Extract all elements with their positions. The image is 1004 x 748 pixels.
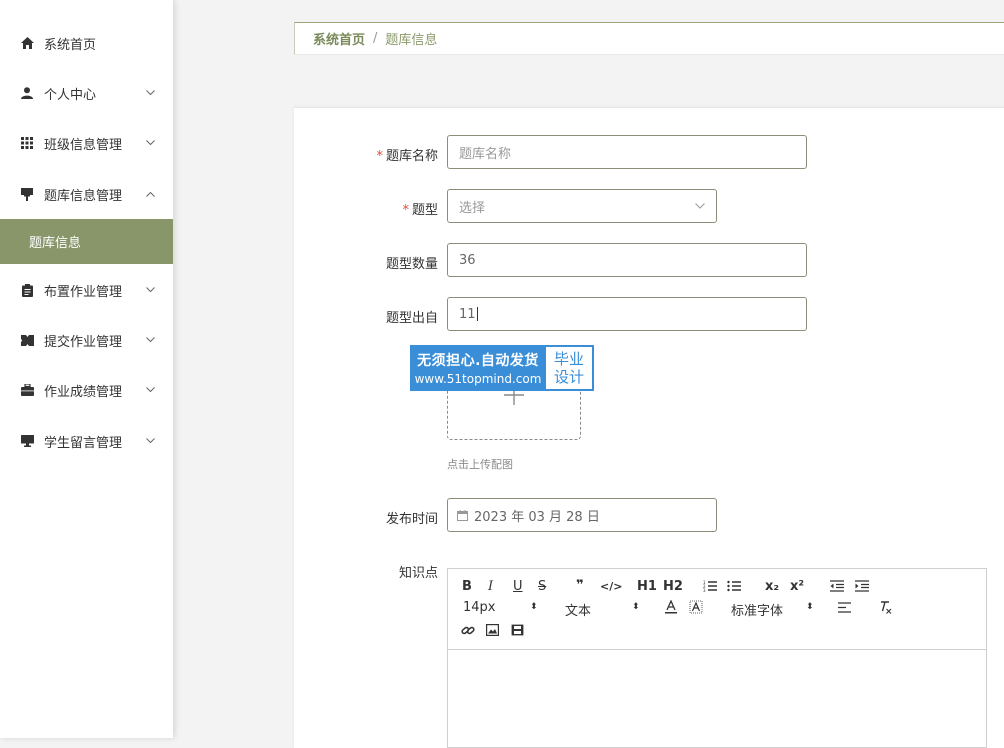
question-bank-name-label: * 题库名称 [288, 145, 438, 164]
question-count-label: 题型数量 [385, 257, 438, 272]
knowledge-point-label: 知识点 [398, 566, 438, 581]
ticket-icon [20, 333, 34, 347]
sidebar-item-submit-homework[interactable]: 提交作业管理 [0, 315, 173, 365]
header2-button[interactable]: H2 [663, 579, 683, 594]
chevron-down-icon [145, 385, 155, 395]
font-size-arrows-icon: ⬍ [530, 602, 538, 612]
user-icon [20, 86, 34, 100]
question-source-input[interactable]: 11 [447, 297, 807, 331]
question-count-value: 36 [459, 252, 476, 268]
image-icon[interactable] [486, 624, 499, 636]
question-count-input[interactable]: 36 [447, 243, 807, 277]
font-family-arrows-icon: ⬍ [806, 602, 814, 612]
watermark-line2: www.51topmind.com [414, 372, 542, 386]
sidebar: 系统首页 个人中心 班级信息管理 题库信息管理 题库信息 布置作业管理 提交作业… [0, 0, 173, 738]
bold-button[interactable]: B [462, 579, 472, 594]
sidebar-subitem-question-bank-info[interactable]: 题库信息 [0, 219, 173, 264]
briefcase-icon [20, 383, 34, 397]
italic-button[interactable]: I [488, 579, 493, 594]
question-source-value: 11 [459, 306, 476, 322]
editor-toolbar: B I U S ❞ </> H1 H2 123 x₂ x² 14px ⬍ 文本 … [448, 569, 986, 650]
calendar-icon [457, 509, 468, 521]
sidebar-item-class-info[interactable]: 班级信息管理 [0, 118, 173, 168]
watermark-right2: 设计 [553, 368, 584, 386]
question-type-label-text: 题型 [411, 203, 438, 218]
breadcrumb: 系统首页 / 题库信息 [294, 22, 1004, 55]
publish-time-label: 发布时间 [385, 512, 438, 527]
required-mark: * [402, 203, 409, 218]
question-source-label: 题型出自 [385, 311, 438, 326]
sidebar-subitem-label: 题库信息 [29, 236, 82, 251]
question-bank-name-placeholder: 题库名称 [459, 146, 512, 162]
strike-button[interactable]: S [538, 579, 546, 594]
sidebar-item-personal-center[interactable]: 个人中心 [0, 68, 173, 118]
code-block-button[interactable]: </> [600, 580, 622, 593]
chevron-down-icon [145, 285, 155, 295]
chevron-down-icon [145, 88, 155, 98]
board-icon [20, 187, 34, 201]
sidebar-item-student-messages[interactable]: 学生留言管理 [0, 416, 173, 466]
chevron-down-icon [145, 436, 155, 446]
blockquote-button[interactable]: ❞ [576, 578, 584, 593]
publish-time-value: 2023 年 03 月 28 日 [474, 509, 600, 525]
sidebar-item-assign-homework[interactable]: 布置作业管理 [0, 265, 173, 315]
ordered-list-icon[interactable]: 123 [703, 580, 717, 592]
sidebar-item-question-bank[interactable]: 题库信息管理 [0, 169, 173, 219]
watermark-line1: 无须担心.自动发货 [417, 353, 539, 369]
question-bank-name-input[interactable]: 题库名称 [447, 135, 807, 169]
question-type-placeholder: 选择 [459, 200, 486, 216]
clear-format-icon[interactable] [878, 601, 892, 614]
superscript-button[interactable]: x² [790, 579, 804, 594]
question-type-select[interactable]: 选择 [447, 189, 717, 223]
grid-icon [20, 136, 34, 150]
text-cursor [476, 307, 478, 321]
chevron-up-icon [145, 189, 155, 199]
rich-text-editor: B I U S ❞ </> H1 H2 123 x₂ x² 14px ⬍ 文本 … [447, 568, 987, 748]
font-color-icon[interactable] [664, 600, 678, 614]
font-size-select[interactable]: 14px [463, 600, 496, 615]
align-left-icon[interactable] [838, 602, 851, 613]
sidebar-item-home[interactable]: 系统首页 [0, 18, 173, 68]
svg-text:3: 3 [703, 588, 706, 592]
text-style-arrows-icon: ⬍ [632, 602, 640, 612]
watermark-right1: 毕业 [553, 350, 584, 368]
link-icon[interactable] [461, 624, 475, 637]
chevron-down-icon [695, 203, 705, 209]
chevron-down-icon [145, 138, 155, 148]
home-icon [20, 36, 34, 50]
font-family-select[interactable]: 标准字体 [731, 600, 783, 619]
sidebar-item-homework-grades[interactable]: 作业成绩管理 [0, 365, 173, 415]
header1-button[interactable]: H1 [637, 579, 657, 594]
breadcrumb-current: 题库信息 [385, 33, 438, 48]
monitor-icon [20, 434, 34, 448]
chevron-down-icon [145, 335, 155, 345]
text-style-select[interactable]: 文本 [565, 600, 591, 619]
publish-time-date-picker[interactable]: 2023 年 03 月 28 日 [447, 498, 717, 532]
question-type-label: * 题型 [288, 199, 438, 218]
breadcrumb-home-link[interactable]: 系统首页 [313, 29, 365, 48]
upload-hint: 点击上传配图 [447, 458, 513, 471]
indent-icon[interactable] [855, 580, 869, 592]
subscript-button[interactable]: x₂ [765, 579, 779, 594]
question-bank-name-label-text: 题库名称 [385, 149, 438, 164]
clipboard-icon [20, 283, 34, 297]
sidebar-item-label: 系统首页 [44, 37, 97, 53]
breadcrumb-separator: / [373, 31, 378, 46]
bullet-list-icon[interactable] [727, 580, 741, 592]
underline-button[interactable]: U [513, 579, 523, 594]
video-icon[interactable] [511, 624, 524, 636]
outdent-icon[interactable] [830, 580, 844, 592]
background-color-icon[interactable] [689, 600, 703, 614]
watermark-banner: 无须担心.自动发货 www.51topmind.com 毕业 设计 [410, 345, 594, 391]
required-mark: * [376, 149, 383, 164]
